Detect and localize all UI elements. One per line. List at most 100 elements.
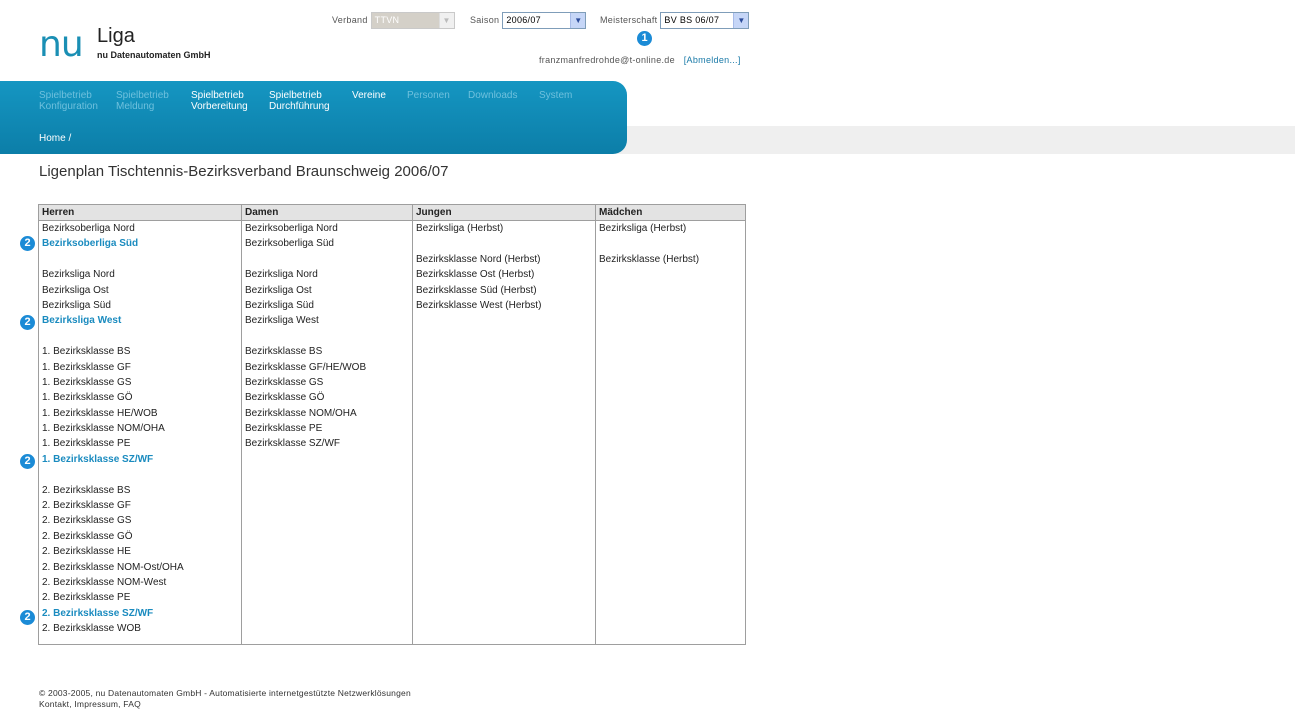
- table-cell[interactable]: 1. Bezirksklasse GÖ: [39, 390, 241, 405]
- table-cell[interactable]: Bezirksliga (Herbst): [413, 221, 595, 236]
- table-cell[interactable]: Bezirksklasse GF/HE/WOB: [242, 360, 412, 375]
- column-jungen: Jungen Bezirksliga (Herbst) Bezirksklasse…: [413, 205, 596, 644]
- column-herren: Herren Bezirksoberliga Nord Bezirksoberli…: [39, 205, 242, 644]
- table-cell[interactable]: Bezirksoberliga Süd: [242, 236, 412, 251]
- table-cell[interactable]: 1. Bezirksklasse BS: [39, 344, 241, 359]
- nav-label: Spielbetrieb: [191, 90, 244, 101]
- footer-links[interactable]: Kontakt, Impressum, FAQ: [39, 699, 411, 710]
- table-cell[interactable]: Bezirksklasse SZ/WF: [242, 436, 412, 451]
- table-cell[interactable]: Bezirksliga West: [39, 313, 241, 328]
- table-cell[interactable]: Bezirksklasse Nord (Herbst): [413, 252, 595, 267]
- table-cell[interactable]: Bezirksliga Süd: [242, 298, 412, 313]
- verband-value: TTVN: [371, 12, 439, 28]
- saison-label: Saison: [470, 15, 500, 25]
- table-cell[interactable]: 2. Bezirksklasse WOB: [39, 621, 241, 636]
- table-cell[interactable]: Bezirksklasse PE: [242, 421, 412, 436]
- empty-cell: [413, 236, 595, 251]
- table-cell[interactable]: Bezirksliga Ost: [39, 283, 241, 298]
- verband-selector: Verband TTVN ▼: [332, 11, 455, 29]
- table-cell[interactable]: 1. Bezirksklasse PE: [39, 436, 241, 451]
- table-cell[interactable]: Bezirksoberliga Süd: [39, 236, 241, 251]
- nav-label: Spielbetrieb: [269, 90, 322, 101]
- table-cell[interactable]: Bezirksoberliga Nord: [242, 221, 412, 236]
- nav-label: Vereine: [352, 90, 386, 101]
- column-header: Damen: [242, 205, 412, 221]
- user-email: franzmanfredrohde@t-online.de: [539, 55, 675, 65]
- table-cell[interactable]: Bezirksklasse Ost (Herbst): [413, 267, 595, 282]
- page-title: Ligenplan Tischtennis-Bezirksverband Bra…: [39, 163, 449, 180]
- verband-label: Verband: [332, 15, 368, 25]
- table-cell[interactable]: 2. Bezirksklasse GF: [39, 498, 241, 513]
- chevron-down-icon: ▼: [570, 12, 586, 28]
- empty-cell: [39, 252, 241, 267]
- nav-spielbetrieb-durchfuehrung[interactable]: Spielbetrieb Durchführung: [269, 90, 330, 112]
- column-maedchen: Mädchen Bezirksliga (Herbst) Bezirksklass…: [596, 205, 745, 644]
- table-cell[interactable]: Bezirksklasse GÖ: [242, 390, 412, 405]
- logo-subtitle: nu Datenautomaten GmbH: [97, 50, 211, 60]
- table-cell[interactable]: Bezirksliga Süd: [39, 298, 241, 313]
- column-header: Herren: [39, 205, 241, 221]
- nav-label: Spielbetrieb: [39, 90, 92, 101]
- saison-value: 2006/07: [506, 14, 541, 25]
- logout-link[interactable]: [Abmelden...]: [684, 55, 741, 65]
- table-cell[interactable]: 1. Bezirksklasse HE/WOB: [39, 406, 241, 421]
- table-cell[interactable]: 2. Bezirksklasse GÖ: [39, 529, 241, 544]
- table-cell[interactable]: 2. Bezirksklasse BS: [39, 483, 241, 498]
- nav-spielbetrieb-konfiguration[interactable]: Spielbetrieb Konfiguration: [39, 90, 98, 112]
- table-cell[interactable]: Bezirksklasse (Herbst): [596, 252, 745, 267]
- table-cell[interactable]: Bezirksklasse BS: [242, 344, 412, 359]
- nav-vereine[interactable]: Vereine: [352, 90, 386, 101]
- table-cell[interactable]: 1. Bezirksklasse SZ/WF: [39, 452, 241, 467]
- table-cell[interactable]: Bezirksklasse Süd (Herbst): [413, 283, 595, 298]
- nav-downloads[interactable]: Downloads: [468, 90, 517, 101]
- table-cell[interactable]: 2. Bezirksklasse SZ/WF: [39, 606, 241, 621]
- chevron-down-icon: ▼: [438, 12, 454, 28]
- column-header: Mädchen: [596, 205, 745, 221]
- verband-select[interactable]: TTVN ▼: [370, 11, 455, 29]
- nav-label: System: [539, 90, 573, 101]
- marker-two: 2: [20, 236, 35, 251]
- breadcrumb[interactable]: Home /: [39, 133, 71, 144]
- saison-select[interactable]: 2006/07 ▼: [502, 11, 587, 29]
- table-cell[interactable]: 2. Bezirksklasse PE: [39, 590, 241, 605]
- meisterschaft-label: Meisterschaft: [600, 15, 658, 25]
- nav-label: Personen: [407, 90, 450, 101]
- nav-label: Spielbetrieb: [116, 90, 169, 101]
- table-cell[interactable]: 2. Bezirksklasse HE: [39, 544, 241, 559]
- footer: © 2003-2005, nu Datenautomaten GmbH - Au…: [39, 688, 411, 710]
- nav-spielbetrieb-meldung[interactable]: Spielbetrieb Meldung: [116, 90, 169, 112]
- nav-label: Durchführung: [269, 101, 330, 112]
- nav-system[interactable]: System: [539, 90, 572, 101]
- nav-label: Konfiguration: [39, 101, 98, 112]
- footer-copyright: © 2003-2005, nu Datenautomaten GmbH - Au…: [39, 688, 411, 698]
- table-cell[interactable]: Bezirksliga (Herbst): [596, 221, 745, 236]
- chevron-down-icon: ▼: [733, 12, 749, 28]
- table-cell[interactable]: Bezirksoberliga Nord: [39, 221, 241, 236]
- table-cell[interactable]: 1. Bezirksklasse GS: [39, 375, 241, 390]
- meisterschaft-select[interactable]: BV BS 06/07 ▼: [660, 11, 750, 29]
- empty-cell: [242, 329, 412, 344]
- marker-one: 1: [637, 31, 652, 46]
- nav-personen[interactable]: Personen: [407, 90, 450, 101]
- table-cell[interactable]: Bezirksklasse West (Herbst): [413, 298, 595, 313]
- table-cell[interactable]: Bezirksliga West: [242, 313, 412, 328]
- table-cell[interactable]: 2. Bezirksklasse NOM-Ost/OHA: [39, 560, 241, 575]
- table-cell[interactable]: 1. Bezirksklasse GF: [39, 360, 241, 375]
- table-cell[interactable]: 2. Bezirksklasse GS: [39, 513, 241, 528]
- nav-label: Meldung: [116, 101, 155, 112]
- ligenplan-table: Herren Bezirksoberliga Nord Bezirksoberli…: [38, 204, 746, 645]
- table-cell[interactable]: 1. Bezirksklasse NOM/OHA: [39, 421, 241, 436]
- nav-label: Downloads: [468, 90, 518, 101]
- table-cell[interactable]: Bezirksklasse NOM/OHA: [242, 406, 412, 421]
- logo-nu: nu: [39, 24, 84, 65]
- marker-two: 2: [20, 315, 35, 330]
- table-cell[interactable]: Bezirksklasse GS: [242, 375, 412, 390]
- table-cell[interactable]: Bezirksliga Ost: [242, 283, 412, 298]
- marker-two: 2: [20, 610, 35, 625]
- table-cell[interactable]: Bezirksliga Nord: [242, 267, 412, 282]
- saison-selector: Saison 2006/07 ▼: [470, 11, 587, 29]
- logo-liga: Liga: [97, 25, 135, 47]
- nav-spielbetrieb-vorbereitung[interactable]: Spielbetrieb Vorbereitung: [191, 90, 248, 112]
- table-cell[interactable]: Bezirksliga Nord: [39, 267, 241, 282]
- table-cell[interactable]: 2. Bezirksklasse NOM-West: [39, 575, 241, 590]
